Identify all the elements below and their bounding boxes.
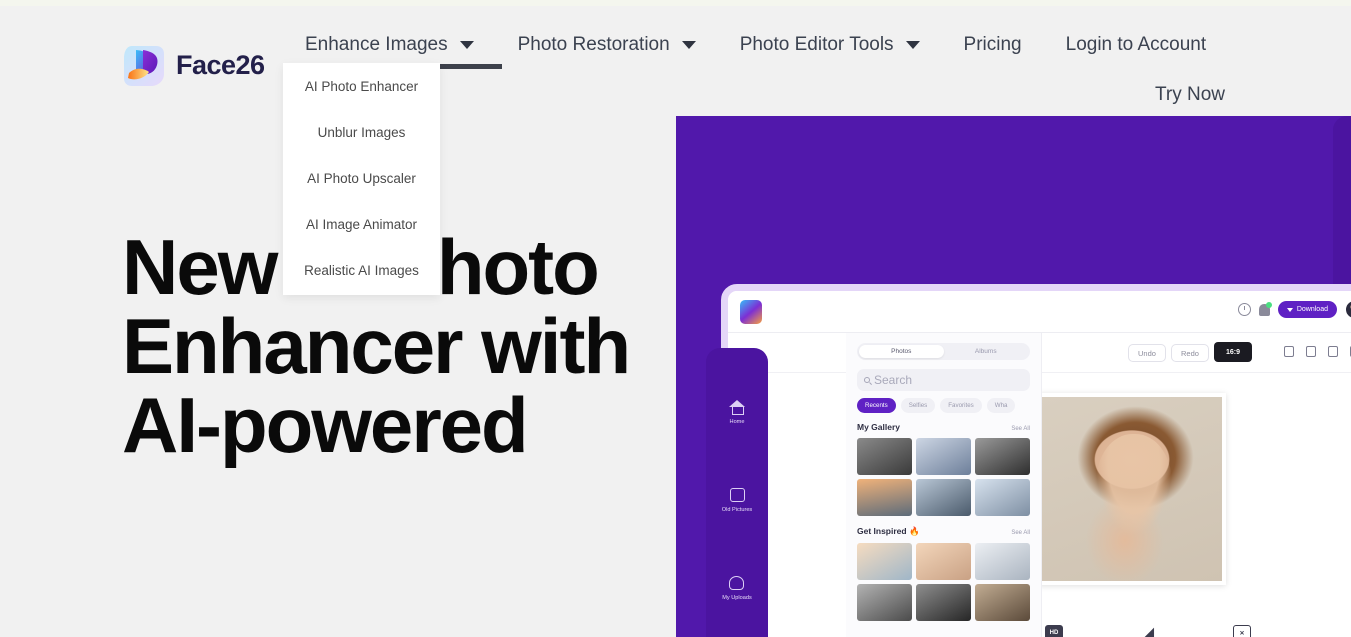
download-arrow-icon [1286, 307, 1293, 312]
tool-remove-scratches[interactable]: ✕ Remove Scratches [1216, 625, 1268, 637]
dropdown-item-ai-image-animator[interactable]: AI Image Animator [283, 201, 440, 247]
undo-button[interactable]: Undo [1128, 344, 1166, 362]
app-topbar-actions: Download [1237, 300, 1351, 319]
sidebar-item-old-pictures[interactable]: Old Pictures [722, 488, 752, 513]
redo-button[interactable]: Redo [1171, 344, 1209, 362]
brand-logo-link[interactable]: Face26 [122, 40, 265, 90]
page-root: Face26 Enhance Images Photo Restoration … [0, 0, 1351, 637]
nav-label: Photo Editor Tools [739, 34, 894, 55]
move-icon[interactable] [1328, 346, 1338, 357]
crop-icon[interactable] [1284, 346, 1294, 357]
chevron-down-icon [681, 41, 696, 49]
gallery-grid [857, 438, 1030, 516]
download-label: Download [1296, 306, 1328, 313]
avatar[interactable] [1345, 300, 1351, 319]
see-all-link[interactable]: See All [1011, 530, 1030, 536]
chevron-down-icon [905, 41, 920, 49]
sidebar-item-label: My Uploads [722, 594, 752, 601]
nav-label: Pricing [963, 34, 1022, 55]
nav-label: Photo Restoration [517, 34, 670, 55]
nav-item-login-to-account[interactable]: Login to Account [1044, 24, 1229, 60]
paint-bucket-icon: ◢ [1142, 624, 1154, 637]
chip-selfies[interactable]: Selfies [900, 398, 936, 413]
dropdown-item-ai-photo-upscaler[interactable]: AI Photo Upscaler [283, 155, 440, 201]
try-now-link[interactable]: Try Now [1155, 84, 1225, 106]
download-button[interactable]: Download [1277, 301, 1337, 318]
inspiration-grid [857, 543, 1030, 621]
nav-item-photo-restoration[interactable]: Photo Restoration [496, 24, 718, 60]
app-sidebar: Home Old Pictures My Uploads Settings [706, 348, 768, 637]
edit-tool-icons [1284, 346, 1351, 357]
inspiration-thumb[interactable] [857, 543, 912, 580]
filter-chips: Recents Selfies Favorites Wha [857, 398, 1030, 413]
hero-image-panel: Download Undo Redo 16:9 HD ◢ ✕ Photos Al… [676, 116, 1351, 637]
brand-name: Face26 [176, 49, 265, 80]
nav-label: Login to Account [1065, 34, 1207, 55]
tool-add-colorization[interactable]: ◢ Add Colorization [1122, 625, 1174, 637]
photo-panel-tabs: Photos Albums [857, 343, 1030, 360]
remove-scratches-icon: ✕ [1233, 625, 1251, 637]
old-pictures-icon [729, 488, 745, 503]
flip-icon[interactable] [1306, 346, 1316, 357]
notification-bell-icon[interactable] [1258, 301, 1272, 316]
gallery-thumb[interactable] [857, 479, 912, 516]
portrait-photo [1042, 397, 1222, 581]
search-input[interactable]: Search [857, 369, 1030, 391]
sidebar-item-label: Old Pictures [721, 507, 753, 514]
sidebar-item-label: Home [729, 419, 745, 426]
site-header: Face26 Enhance Images Photo Restoration … [0, 6, 1351, 116]
search-icon [864, 377, 870, 383]
sidebar-item-my-uploads[interactable]: My Uploads [722, 575, 752, 601]
inspiration-thumb[interactable] [916, 543, 971, 580]
edited-photo-frame[interactable] [1038, 393, 1226, 585]
section-title: Get Inspired 🔥 [857, 526, 920, 536]
dropdown-item-unblur-images[interactable]: Unblur Images [283, 109, 440, 155]
chevron-down-icon [459, 41, 474, 49]
see-all-link[interactable]: See All [1011, 426, 1030, 432]
tab-albums[interactable]: Albums [944, 345, 1029, 358]
chip-whatsapp[interactable]: Wha [986, 398, 1016, 413]
app-logo-icon [740, 299, 762, 324]
help-circle-icon[interactable] [1237, 303, 1251, 316]
gallery-thumb[interactable] [916, 479, 971, 516]
gallery-thumb[interactable] [857, 438, 912, 475]
cloud-upload-icon [729, 575, 745, 590]
search-placeholder: Search [874, 373, 913, 387]
inspiration-thumb[interactable] [916, 584, 971, 621]
enhance-images-dropdown: AI Photo Enhancer Unblur Images AI Photo… [283, 63, 440, 295]
chip-recents[interactable]: Recents [857, 398, 896, 413]
nav-item-enhance-images[interactable]: Enhance Images [283, 24, 496, 60]
inspiration-thumb[interactable] [975, 584, 1030, 621]
inspiration-thumb[interactable] [857, 584, 912, 621]
main-nav: Enhance Images Photo Restoration Photo E… [283, 24, 1228, 60]
section-header-my-gallery: My Gallery See All [857, 422, 1030, 432]
app-mockup-topbar: Download [728, 291, 1351, 333]
section-header-get-inspired: Get Inspired 🔥 See All [857, 526, 1030, 537]
gallery-thumb[interactable] [916, 438, 971, 475]
section-title: My Gallery [857, 422, 900, 432]
tab-photos[interactable]: Photos [859, 345, 944, 358]
nav-label: Enhance Images [305, 34, 448, 55]
chip-favorites[interactable]: Favorites [940, 398, 982, 413]
sidebar-item-home[interactable]: Home [729, 400, 745, 426]
enhancement-tools: HD Super Resolution ◢ Add Colorization ✕… [1028, 625, 1268, 637]
nav-item-pricing[interactable]: Pricing [942, 24, 1044, 60]
face26-leaf-logo-icon [124, 46, 164, 86]
dropdown-item-ai-photo-enhancer[interactable]: AI Photo Enhancer [283, 63, 440, 109]
hd-icon: HD [1045, 625, 1063, 637]
inspiration-thumb[interactable] [975, 543, 1030, 580]
aspect-ratio-badge[interactable]: 16:9 [1214, 342, 1252, 362]
nav-item-photo-editor-tools[interactable]: Photo Editor Tools [718, 24, 942, 60]
home-icon [729, 400, 745, 416]
gallery-thumb[interactable] [975, 479, 1030, 516]
dropdown-item-realistic-ai-images[interactable]: Realistic AI Images [283, 247, 440, 293]
app-mockup-window: Download Undo Redo 16:9 HD ◢ ✕ Photos Al… [721, 284, 1351, 637]
photo-browser-panel: Photos Albums Search Recents Selfies Fav… [846, 333, 1042, 637]
gallery-thumb[interactable] [975, 438, 1030, 475]
